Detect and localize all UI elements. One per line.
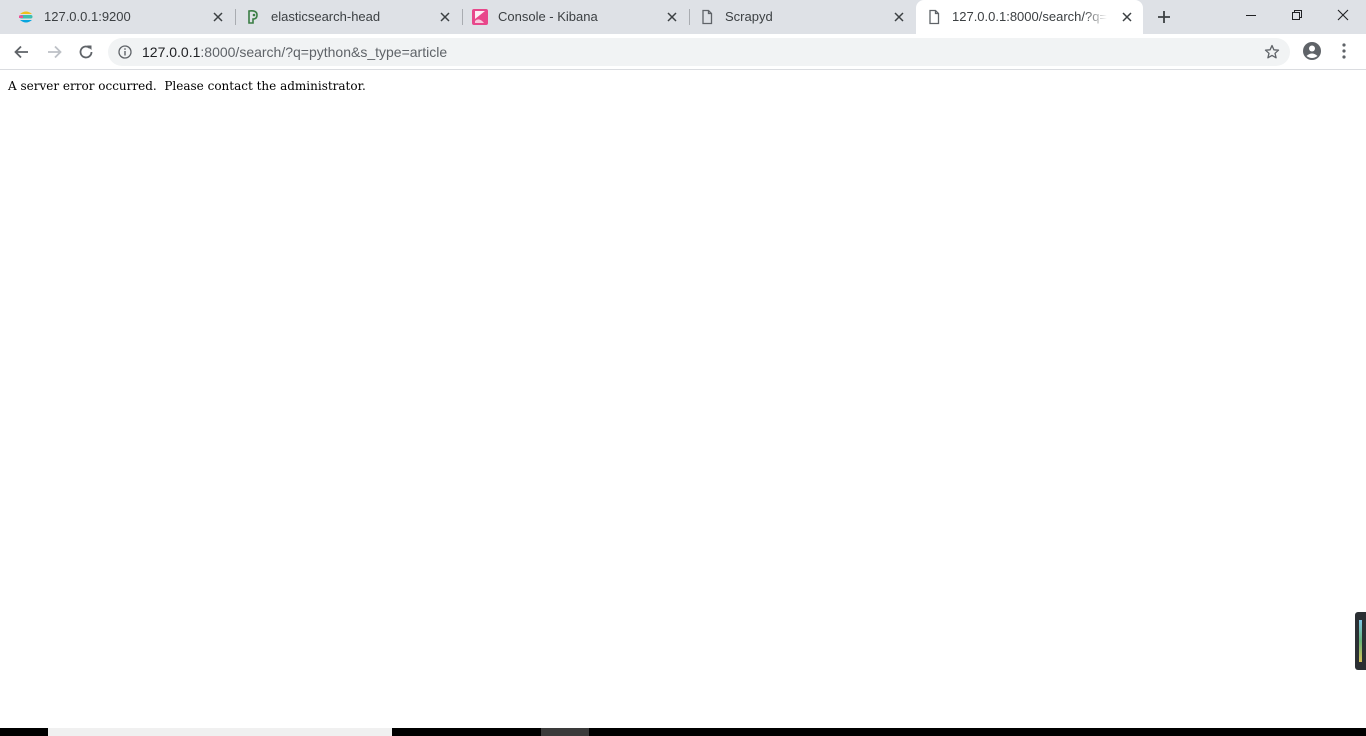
info-icon[interactable] [118,45,132,59]
elasticsearch-head-icon [248,10,258,24]
browser-window: 127.0.0.1:9200 elasticsearch-head Consol… [0,0,1366,736]
url-host: 127.0.0.1 [142,44,201,60]
tab-elasticsearch-head[interactable]: elasticsearch-head [235,0,461,34]
side-widget-meter [1359,620,1362,662]
taskbar-app-button[interactable] [541,728,589,736]
address-bar[interactable]: 127.0.0.1:8000/search/?q=python&s_type=a… [108,38,1290,66]
taskbar-search-box[interactable] [48,728,392,736]
kebab-menu-icon[interactable] [1337,42,1351,60]
tab-kibana[interactable]: Console - Kibana [462,0,688,34]
close-window-icon [1337,9,1349,21]
tab-title: 127.0.0.1:9200 [44,10,131,24]
side-widget-handle[interactable] [1355,612,1366,670]
tab-scrapyd[interactable]: Scrapyd [689,0,915,34]
restore-icon [1292,10,1302,20]
tab-title: elasticsearch-head [271,10,381,24]
url-path: :8000/search/?q=python&s_type=article [200,44,448,60]
arrow-left-icon [14,45,28,59]
forward-button[interactable] [42,40,66,64]
reload-icon [79,45,93,59]
kibana-logo-icon [472,9,488,25]
close-icon[interactable] [1121,11,1133,23]
tab-title: Console - Kibana [498,10,598,24]
minimize-icon [1246,15,1256,16]
elastic-logo-icon [19,11,33,23]
tab-title: Scrapyd [725,10,773,24]
page-content: A server error occurred. Please contact … [0,71,1366,728]
minimize-button[interactable] [1228,0,1274,30]
page-icon [702,9,713,25]
tab-search-active[interactable]: 127.0.0.1:8000/search/?q=python&s_type=a… [916,0,1143,34]
page-icon [929,9,940,25]
tab-title: 127.0.0.1:8000/search/?q=python&s_type=a… [952,10,1107,24]
arrow-right-icon [48,45,62,59]
reload-button[interactable] [74,40,98,64]
close-icon[interactable] [893,11,905,23]
address-url[interactable]: 127.0.0.1:8000/search/?q=python&s_type=a… [142,44,447,60]
server-error-message: A server error occurred. Please contact … [8,79,366,93]
close-icon[interactable] [666,11,678,23]
tab-strip: 127.0.0.1:9200 elasticsearch-head Consol… [0,0,1366,34]
new-tab-icon[interactable] [1154,7,1174,27]
close-window-button[interactable] [1320,0,1366,30]
tab-elastic[interactable]: 127.0.0.1:9200 [8,0,234,34]
restore-button[interactable] [1274,0,1320,30]
close-icon[interactable] [439,11,451,23]
back-button[interactable] [10,40,34,64]
close-icon[interactable] [212,11,224,23]
browser-toolbar: 127.0.0.1:8000/search/?q=python&s_type=a… [0,34,1366,70]
bookmark-star-icon[interactable] [1264,44,1280,60]
os-taskbar [0,728,1366,736]
profile-avatar-icon[interactable] [1301,40,1323,62]
